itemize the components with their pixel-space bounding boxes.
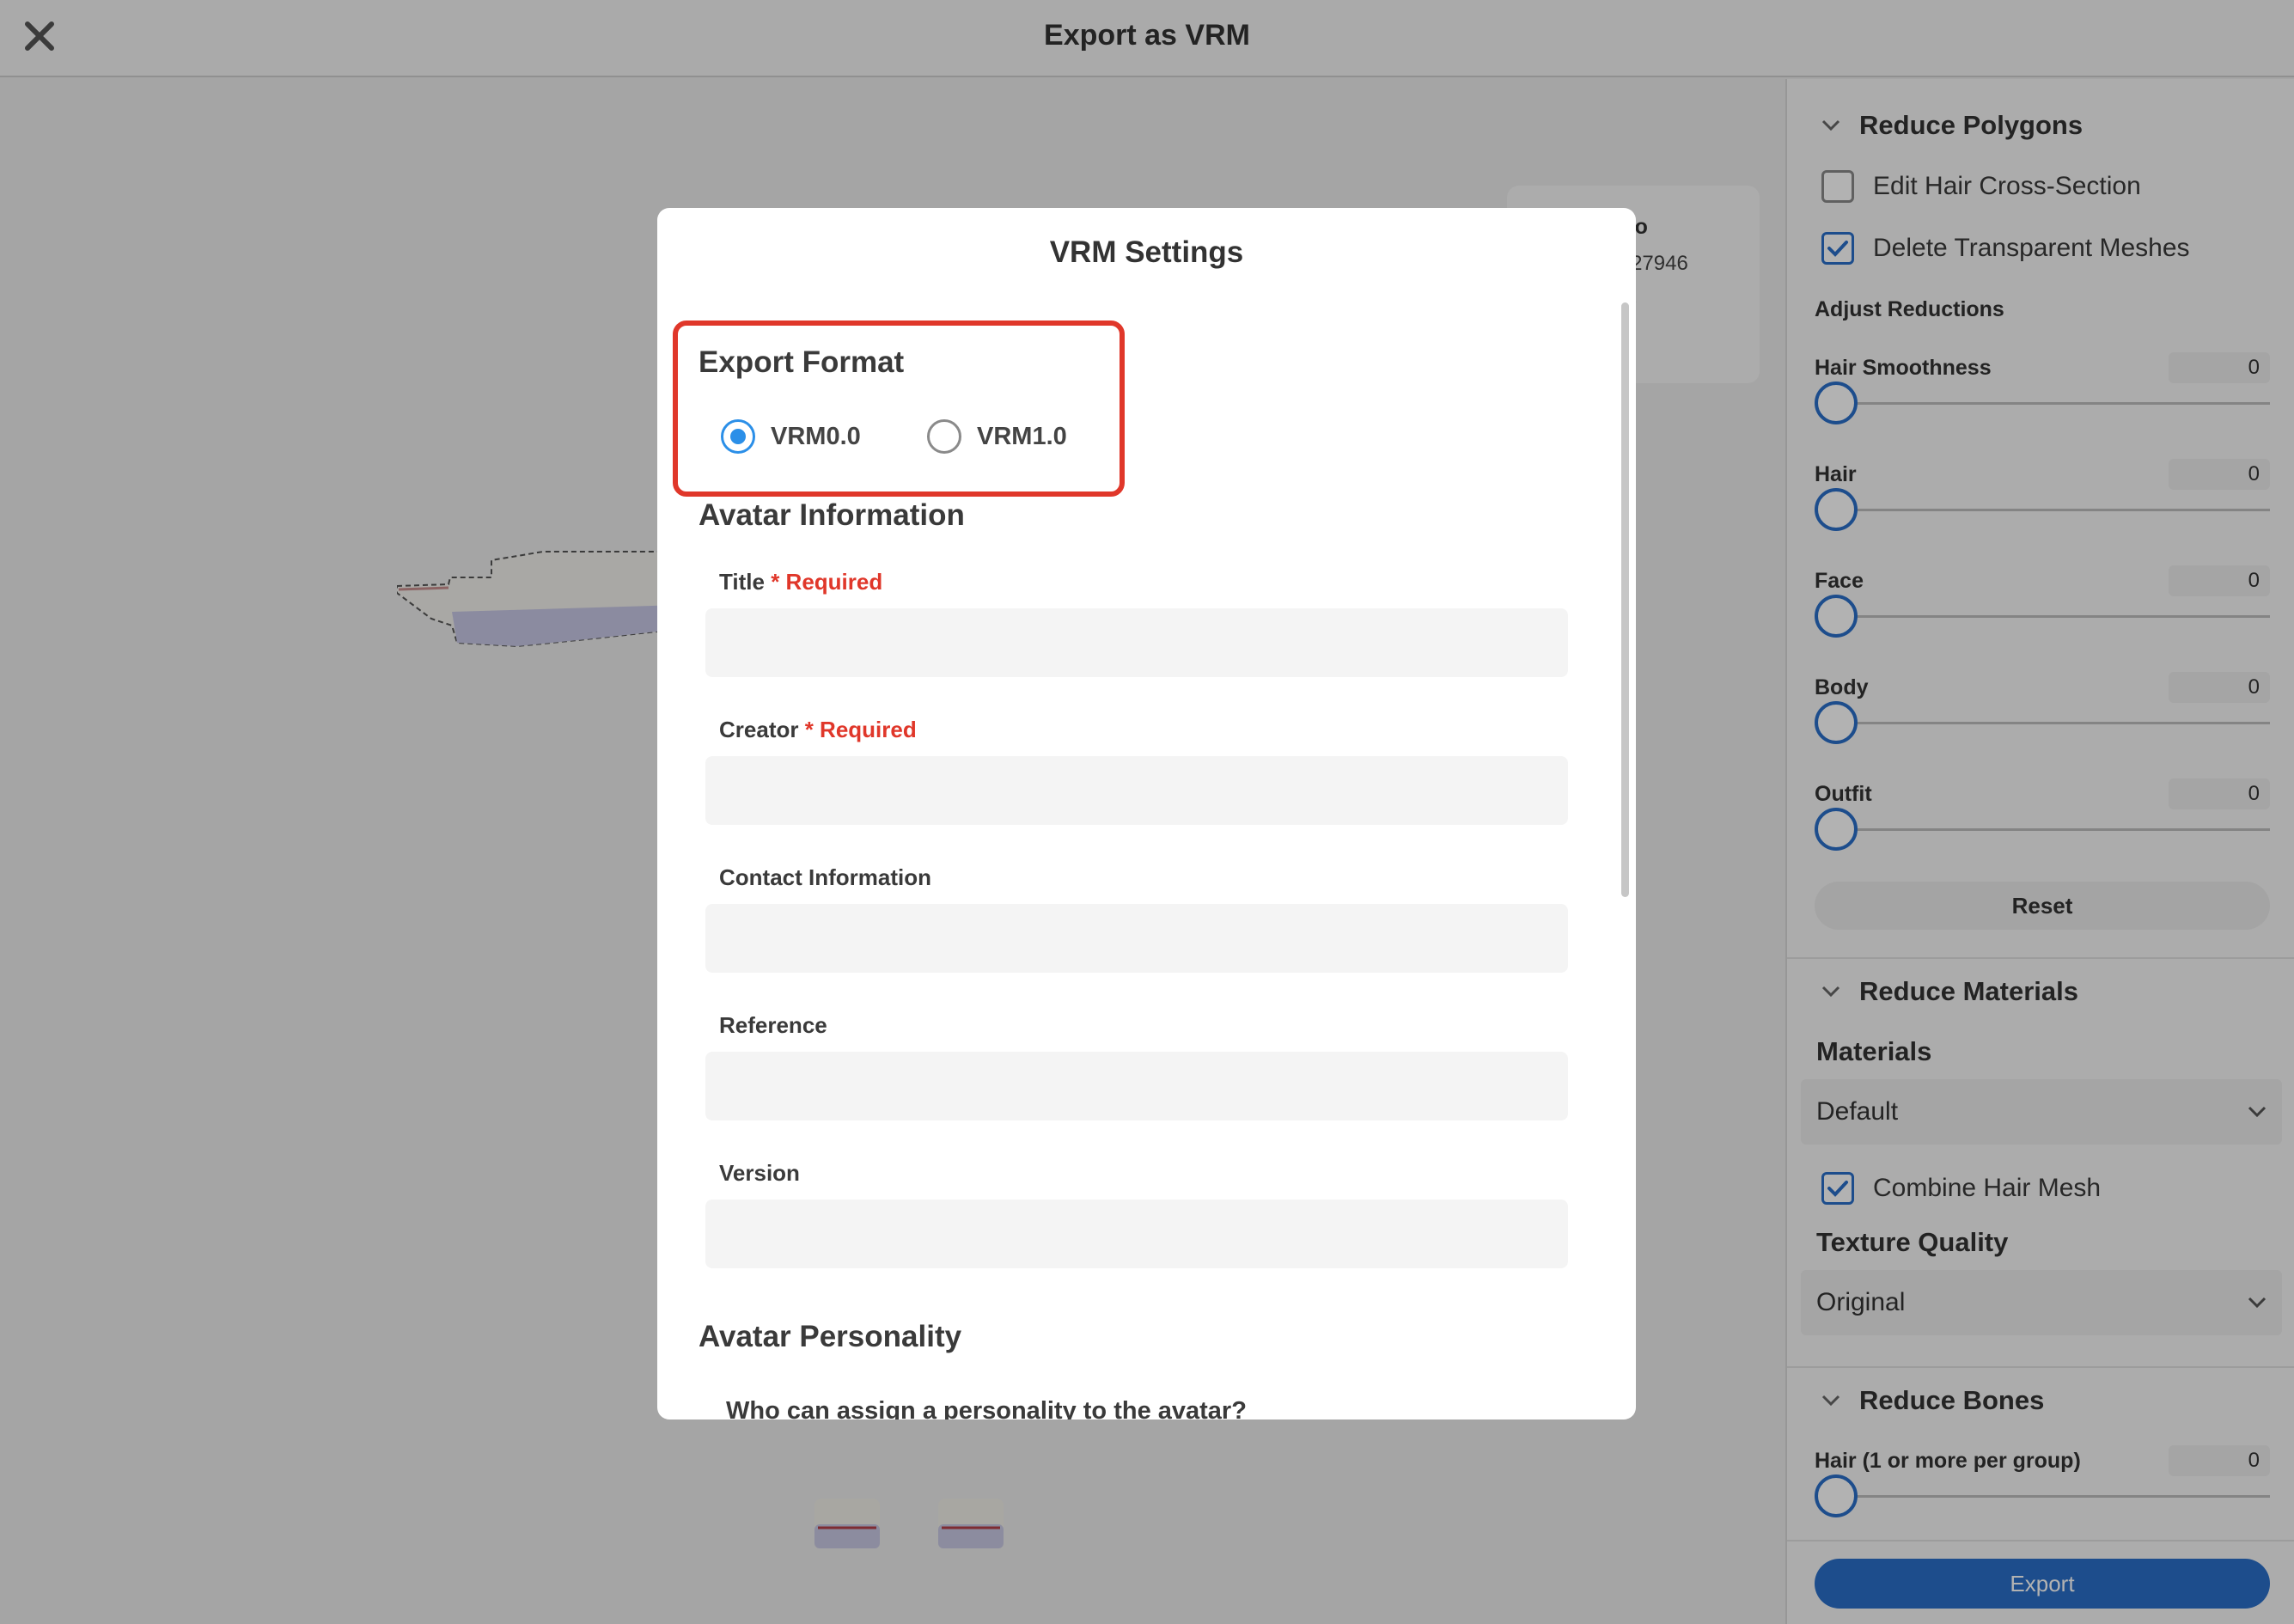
radio-dot-icon [730,429,746,444]
radio-vrm00-label: VRM0.0 [771,422,861,450]
vrm-settings-dialog: VRM Settings Export Format VRM0.0 VRM1.0… [657,208,1636,1419]
required-marker: * Required [804,717,917,742]
avatar-information-title: Avatar Information [699,498,965,532]
radio-vrm10[interactable]: VRM1.0 [927,419,1067,454]
avatar-personality-title: Avatar Personality [699,1320,962,1353]
export-format-title: Export Format [699,345,905,379]
version-label: Version [719,1160,800,1186]
radio-vrm10-label: VRM1.0 [977,422,1067,450]
title-field-label: Title * Required [719,569,882,595]
title-input[interactable] [705,608,1568,677]
dialog-scrollbar[interactable] [1621,302,1629,897]
radio-button-selected[interactable] [721,419,755,454]
contact-information-label: Contact Information [719,864,931,890]
radio-vrm00[interactable]: VRM0.0 [721,419,861,454]
radio-button-unselected[interactable] [927,419,961,454]
personality-permission-question: Who can assign a personality to the avat… [726,1397,1247,1419]
contact-information-input[interactable] [705,904,1568,973]
required-marker: * Required [771,569,883,595]
dialog-title: VRM Settings [1049,235,1244,269]
creator-label-text: Creator [719,717,799,742]
creator-field-label: Creator * Required [719,717,917,743]
reference-input[interactable] [705,1052,1568,1120]
version-input[interactable] [705,1200,1568,1268]
title-label-text: Title [719,569,765,595]
reference-label: Reference [719,1012,827,1038]
creator-input[interactable] [705,756,1568,825]
